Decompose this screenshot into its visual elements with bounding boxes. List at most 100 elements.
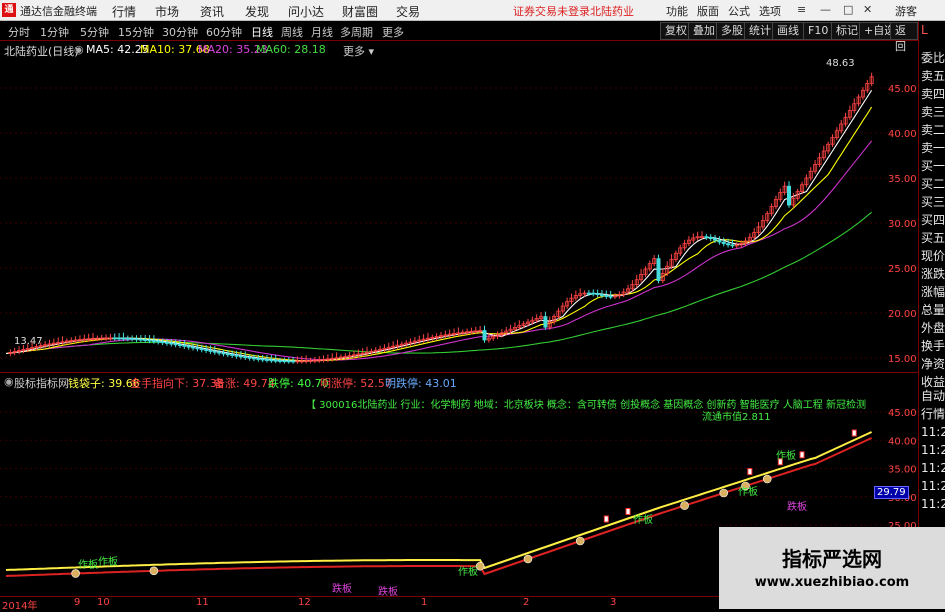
period-more[interactable]: 更多: [382, 24, 404, 40]
current-stock: 北陆药业: [590, 5, 634, 18]
period-multi[interactable]: 多周期: [340, 24, 373, 40]
candle-body: [138, 338, 143, 341]
candle-body: [730, 244, 735, 247]
candle-body: [117, 337, 122, 340]
panel-item: 11:2: [921, 425, 945, 439]
candle-body: [147, 339, 152, 342]
f10-button[interactable]: F10: [803, 22, 834, 40]
y-tick-label: 35.00: [888, 174, 917, 185]
y-tick-label: 20.00: [888, 309, 917, 320]
menu-function[interactable]: 功能: [666, 3, 688, 19]
panel-item: 涨跌: [921, 267, 945, 281]
period-60min[interactable]: 60分钟: [206, 24, 242, 40]
signal-coin: [149, 566, 159, 576]
candle-body: [112, 337, 117, 340]
candle-body: [591, 292, 596, 295]
period-tick[interactable]: 分时: [8, 24, 30, 40]
maximize-icon[interactable]: □: [843, 3, 853, 16]
candle-body: [482, 330, 487, 341]
candle-body: [217, 351, 222, 354]
beizhang-value: 备涨: 49.74: [214, 377, 275, 390]
menu-market[interactable]: 市场: [155, 3, 179, 20]
menu-ask[interactable]: 问小达: [288, 3, 324, 20]
panel-item: 涨幅: [921, 285, 945, 299]
signal-coin: [575, 536, 585, 546]
menu-icon[interactable]: ≡: [797, 3, 806, 16]
draw-line-button[interactable]: 画线: [772, 22, 804, 40]
low-price-label: 13.47: [14, 336, 43, 347]
candle-body: [247, 356, 252, 359]
x-axis-year: 2014年: [2, 601, 38, 612]
panel-item[interactable]: L: [921, 23, 928, 37]
menu-bar: 通 通达信金融终端 行情 市场 资讯 发现 问小达 财富圈 交易 证券交易未登录…: [0, 0, 945, 21]
x-tick: 11: [196, 597, 209, 608]
signal-label: 作板: [98, 557, 118, 568]
panel-item[interactable]: 行情: [921, 405, 945, 422]
ma10-line: [5, 106, 873, 362]
signal-label: 作板: [633, 515, 653, 526]
candle-body: [264, 359, 269, 361]
candle-body: [134, 338, 139, 341]
candle-body: [182, 344, 187, 347]
panel-item[interactable]: 自动: [921, 387, 945, 404]
y-tick-label: 30.00: [888, 219, 917, 230]
pane-divider: [0, 372, 918, 373]
menu-wealth[interactable]: 财富圈: [342, 3, 378, 20]
panel-item: 卖一: [921, 141, 945, 155]
app-logo-icon: 通: [2, 3, 16, 17]
panel-item: 买五: [921, 231, 945, 245]
signal-coin: [523, 554, 533, 564]
candle-body: [708, 236, 713, 239]
candle-body: [291, 360, 296, 363]
candle-body: [225, 353, 230, 356]
panel-item: 换手: [921, 339, 945, 353]
menu-news[interactable]: 资讯: [200, 3, 224, 20]
candle-body: [234, 354, 239, 357]
kline-chart[interactable]: 45.00 40.00 35.00 30.00 25.00 20.00 15.00: [0, 40, 918, 372]
x-tick: 9: [74, 597, 81, 608]
panel-item: 买四: [921, 213, 945, 227]
signal-label: 作板: [458, 567, 478, 578]
high-price-label: 48.63: [826, 58, 855, 69]
signal-label: 跌板: [787, 502, 807, 513]
menu-formula[interactable]: 公式: [728, 3, 750, 19]
ma5-line: [5, 90, 873, 362]
minimize-icon[interactable]: —: [820, 3, 831, 16]
candle-body: [595, 293, 600, 296]
panel-item: 11:2: [921, 497, 945, 511]
back-button[interactable]: 返回: [890, 22, 918, 53]
menu-trade[interactable]: 交易: [396, 3, 420, 20]
candlesticks: [8, 72, 874, 364]
period-daily[interactable]: 日线: [251, 24, 273, 40]
signal-label: 跌板: [332, 584, 352, 595]
candle-body: [191, 346, 196, 349]
candle-body: [151, 340, 156, 342]
period-5min[interactable]: 5分钟: [80, 24, 109, 40]
candle-body: [212, 350, 217, 353]
panel-item: 卖三: [921, 105, 945, 119]
period-30min[interactable]: 30分钟: [162, 24, 198, 40]
period-weekly[interactable]: 周线: [281, 24, 303, 40]
period-1min[interactable]: 1分钟: [40, 24, 69, 40]
candle-body: [230, 354, 235, 356]
panel-item: 11:2: [921, 461, 945, 475]
signal-label: 作板: [738, 487, 758, 498]
signal-box: [603, 515, 609, 523]
indicator-name[interactable]: 股标指标网: [14, 375, 69, 391]
period-15min[interactable]: 15分钟: [118, 24, 154, 40]
indicator-menu-icon[interactable]: ◉: [4, 375, 14, 388]
menu-quotes[interactable]: 行情: [112, 3, 136, 20]
close-icon[interactable]: ✕: [863, 3, 872, 16]
period-monthly[interactable]: 月线: [311, 24, 333, 40]
candle-body: [721, 241, 726, 245]
guest-label[interactable]: 游客: [895, 3, 917, 19]
menu-discover[interactable]: 发现: [245, 3, 269, 20]
ma-path: [5, 90, 873, 362]
ma-path: [5, 106, 873, 362]
login-notice[interactable]: 证券交易未登录: [513, 3, 590, 19]
menu-layout[interactable]: 版面: [697, 3, 719, 19]
qianzi-value: 钱袋子: 39.66: [68, 377, 140, 390]
candle-body: [204, 349, 209, 351]
candle-body: [173, 343, 178, 346]
menu-options[interactable]: 选项: [759, 3, 781, 19]
